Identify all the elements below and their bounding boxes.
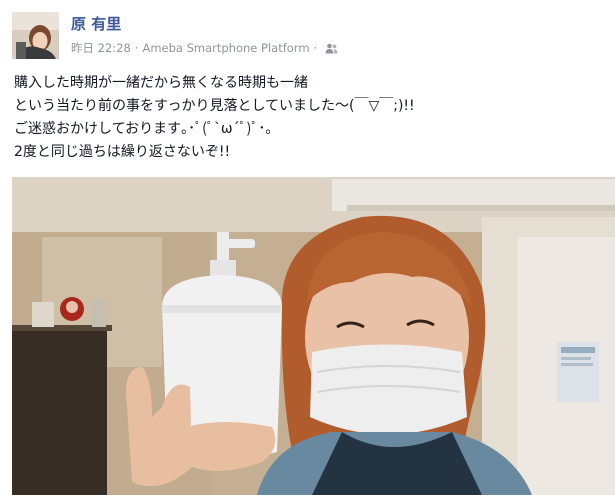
post-meta: 昨日 22:28 · Ameba Smartphone Platform · bbox=[71, 40, 338, 56]
post-text: 購入した時期が一緒だから無くなる時期も一緒 という当たり前の事をすっかり見落とし… bbox=[14, 72, 609, 164]
meta-separator-2: · bbox=[313, 41, 318, 55]
post-photo[interactable] bbox=[12, 177, 615, 495]
post-source[interactable]: Ameba Smartphone Platform bbox=[142, 41, 309, 55]
author-avatar[interactable] bbox=[12, 12, 59, 59]
post-text-line: という当たり前の事をすっかり見落としていました〜(￣▽￣;)!! bbox=[14, 98, 415, 114]
post-text-line: 購入した時期が一緒だから無くなる時期も一緒 bbox=[14, 75, 308, 91]
post-text-line: ご迷惑おかけしております｡･ﾟ(ﾟ`ω´ﾟ)ﾟ･｡ bbox=[14, 121, 273, 137]
friends-icon[interactable] bbox=[325, 43, 338, 54]
meta-separator: · bbox=[134, 41, 139, 55]
post-timestamp[interactable]: 昨日 22:28 bbox=[71, 40, 131, 56]
facebook-post: 原 有里 昨日 22:28 · Ameba Smartphone Platfor… bbox=[0, 0, 615, 495]
post-text-line: 2度と同じ過ちは繰り返さないぞ!! bbox=[14, 144, 231, 160]
author-name[interactable]: 原 有里 bbox=[71, 13, 121, 34]
